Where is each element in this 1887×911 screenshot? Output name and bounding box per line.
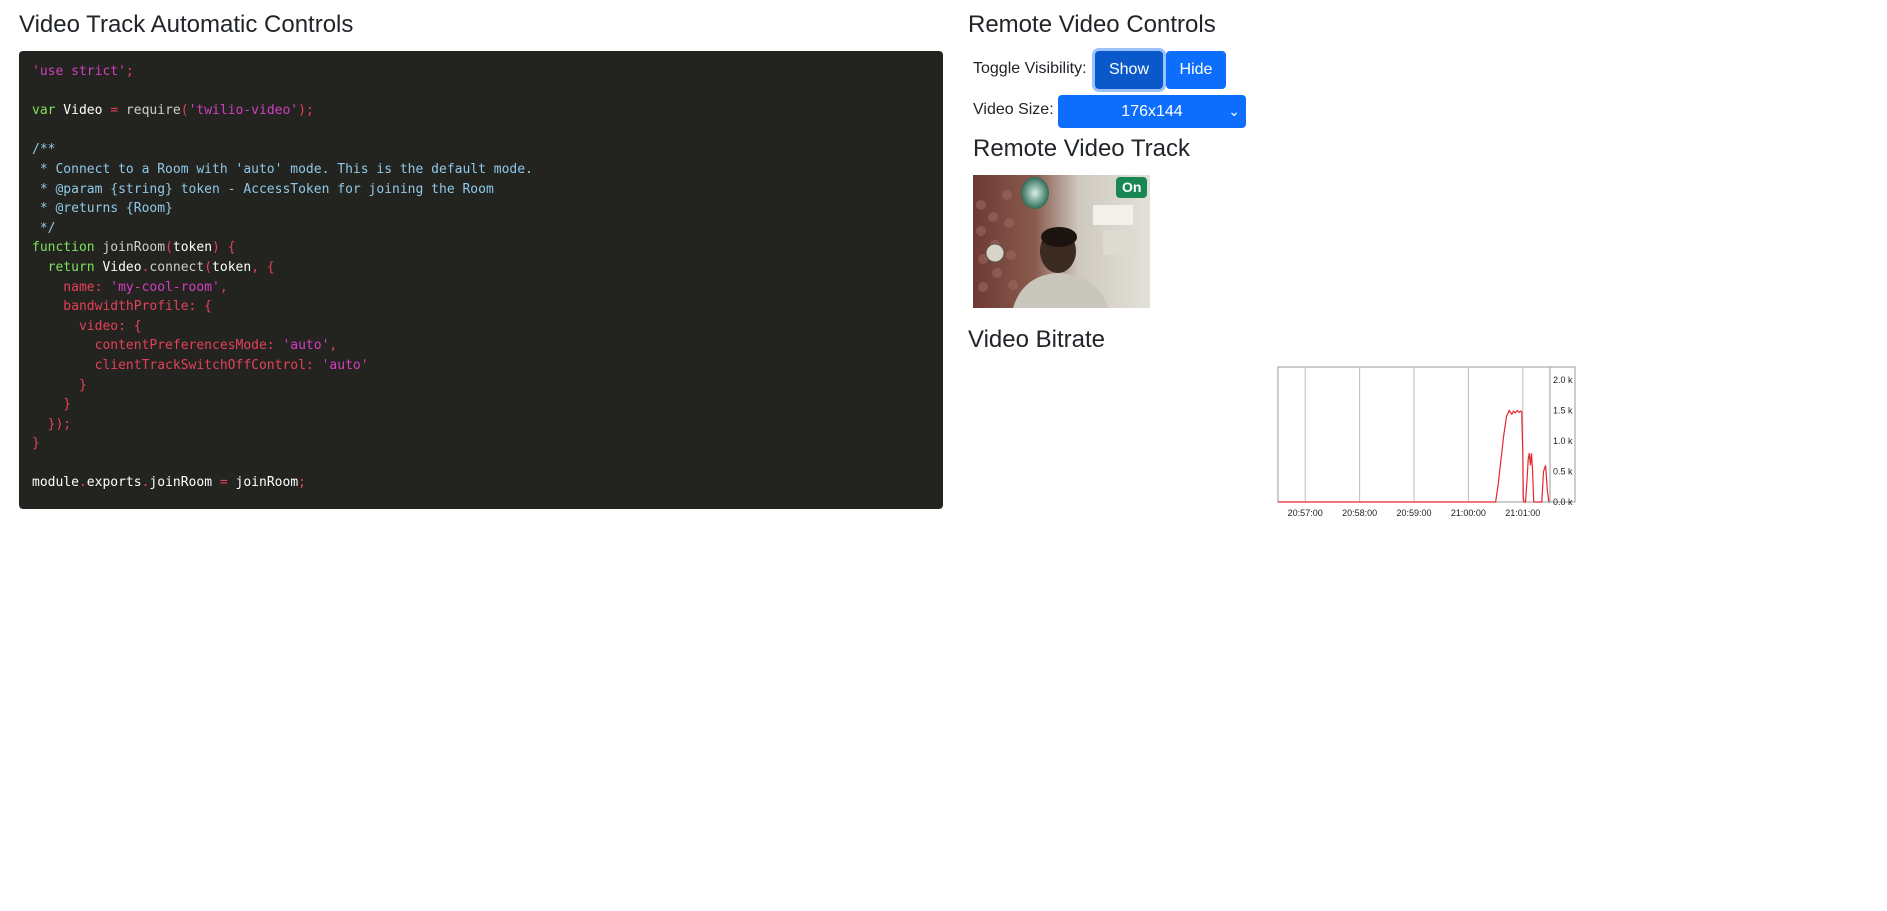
- code-line: 'use strict';: [32, 62, 930, 82]
- code-token: exports: [86, 475, 142, 491]
- code-token: * Connect to a Room with 'auto' mode. Th…: [32, 161, 533, 177]
- code-block: 'use strict'; var Video = require('twilio…: [19, 51, 943, 509]
- y-tick-label: 0.0 k: [1553, 497, 1573, 507]
- code-token: require: [118, 103, 181, 119]
- code-line: bandwidthProfile: {: [32, 297, 930, 317]
- code-line: var Video = require('twilio-video');: [32, 101, 930, 121]
- code-line: * @param {string} token - AccessToken fo…: [32, 180, 930, 200]
- code-token: 'auto': [282, 338, 330, 354]
- code-line: }: [32, 395, 930, 415]
- code-token: module: [32, 475, 79, 491]
- y-tick-label: 0.5 k: [1553, 467, 1573, 477]
- code-token: connect: [149, 259, 205, 275]
- code-token: joinRoom: [149, 475, 213, 491]
- code-line: }: [32, 376, 930, 396]
- show-button[interactable]: Show: [1095, 51, 1163, 89]
- page-title: Video Track Automatic Controls: [19, 11, 354, 38]
- code-line: name: 'my-cool-room',: [32, 278, 930, 298]
- code-line: * @returns {Room}: [32, 199, 930, 219]
- code-token: clientTrackSwitchOffControl:: [32, 357, 322, 373]
- code-token: ;: [298, 475, 306, 491]
- code-line: function joinRoom(token) {: [32, 238, 930, 258]
- code-line: }: [32, 434, 930, 454]
- x-tick-label: 21:01:00: [1505, 508, 1540, 518]
- remote-video-track-title: Remote Video Track: [973, 135, 1190, 162]
- chevron-down-icon: ⌄: [1228, 103, 1240, 119]
- code-token: ,: [219, 279, 228, 295]
- code-token: name:: [32, 279, 111, 295]
- code-token: return: [32, 259, 95, 275]
- code-token: .: [78, 475, 87, 491]
- code-token: token: [212, 259, 252, 275]
- x-tick-label: 20:57:00: [1288, 508, 1323, 518]
- code-token: =: [212, 475, 236, 491]
- code-token: ,: [329, 338, 338, 354]
- code-token: /**: [32, 142, 56, 158]
- code-token: =: [110, 103, 119, 119]
- code-token: * @param {string} token - AccessToken fo…: [32, 181, 494, 197]
- video-bitrate-title: Video Bitrate: [968, 326, 1105, 353]
- code-line: /**: [32, 140, 930, 160]
- code-token: Video: [55, 103, 111, 119]
- video-bitrate-chart: 20:57:00 20:58:00 20:59:00 21:00:00 21:01:00…: [1277, 366, 1576, 518]
- code-token: joinRoom: [94, 240, 166, 256]
- x-tick-label: 21:00:00: [1451, 508, 1486, 518]
- code-token: */: [32, 220, 56, 236]
- code-line: clientTrackSwitchOffControl: 'auto': [32, 356, 930, 376]
- code-token: Video: [94, 259, 142, 275]
- code-line: });: [32, 415, 930, 435]
- code-token: var: [32, 103, 56, 119]
- code-token: ;: [125, 64, 134, 79]
- code-token: video: {: [32, 318, 142, 334]
- code-line: module.exports.joinRoom = joinRoom;: [32, 473, 930, 493]
- code-token: (: [165, 240, 173, 256]
- video-size-select[interactable]: 176x144 ⌄: [1058, 95, 1246, 128]
- chart-frame: [1277, 366, 1576, 503]
- video-size-label: Video Size:: [973, 101, 1054, 118]
- code-token: function: [32, 240, 95, 256]
- code-line: contentPreferencesMode: 'auto',: [32, 336, 930, 356]
- code-token: }: [32, 397, 72, 413]
- code-token: );: [298, 103, 314, 119]
- code-token: (: [180, 103, 189, 119]
- code-token: token: [172, 240, 213, 256]
- track-status-badge: On: [1116, 177, 1148, 198]
- code-token: ) {: [212, 240, 236, 256]
- y-tick-label: 2.0 k: [1553, 375, 1573, 385]
- code-token: joinRoom: [235, 475, 299, 491]
- y-tick-label: 1.0 k: [1553, 436, 1573, 446]
- remote-video-controls-title: Remote Video Controls: [968, 11, 1216, 38]
- code-token: 'twilio-video': [188, 103, 299, 119]
- y-tick-label: 1.5 k: [1553, 406, 1573, 416]
- code-token: }: [32, 436, 40, 452]
- code-token: (: [204, 259, 213, 275]
- x-tick-label: 20:58:00: [1342, 508, 1377, 518]
- code-token: * @returns {Room}: [32, 201, 173, 217]
- code-token: 'use strict': [32, 64, 126, 79]
- toggle-visibility-label: Toggle Visibility:: [973, 60, 1087, 77]
- code-token: , {: [251, 259, 275, 275]
- code-line: * Connect to a Room with 'auto' mode. Th…: [32, 160, 930, 180]
- code-line: return Video.connect(token, {: [32, 258, 930, 278]
- code-token: 'auto': [321, 357, 369, 373]
- hide-button[interactable]: Hide: [1166, 51, 1226, 89]
- code-token: }: [32, 377, 87, 393]
- code-token: });: [32, 416, 72, 432]
- video-size-value: 176x144: [1121, 102, 1183, 120]
- code-token: contentPreferencesMode:: [32, 338, 283, 354]
- code-token: bandwidthProfile: {: [32, 299, 213, 315]
- x-tick-label: 20:59:00: [1396, 508, 1431, 518]
- code-line: */: [32, 219, 930, 239]
- code-line: video: {: [32, 317, 930, 337]
- code-token: 'my-cool-room': [110, 279, 220, 295]
